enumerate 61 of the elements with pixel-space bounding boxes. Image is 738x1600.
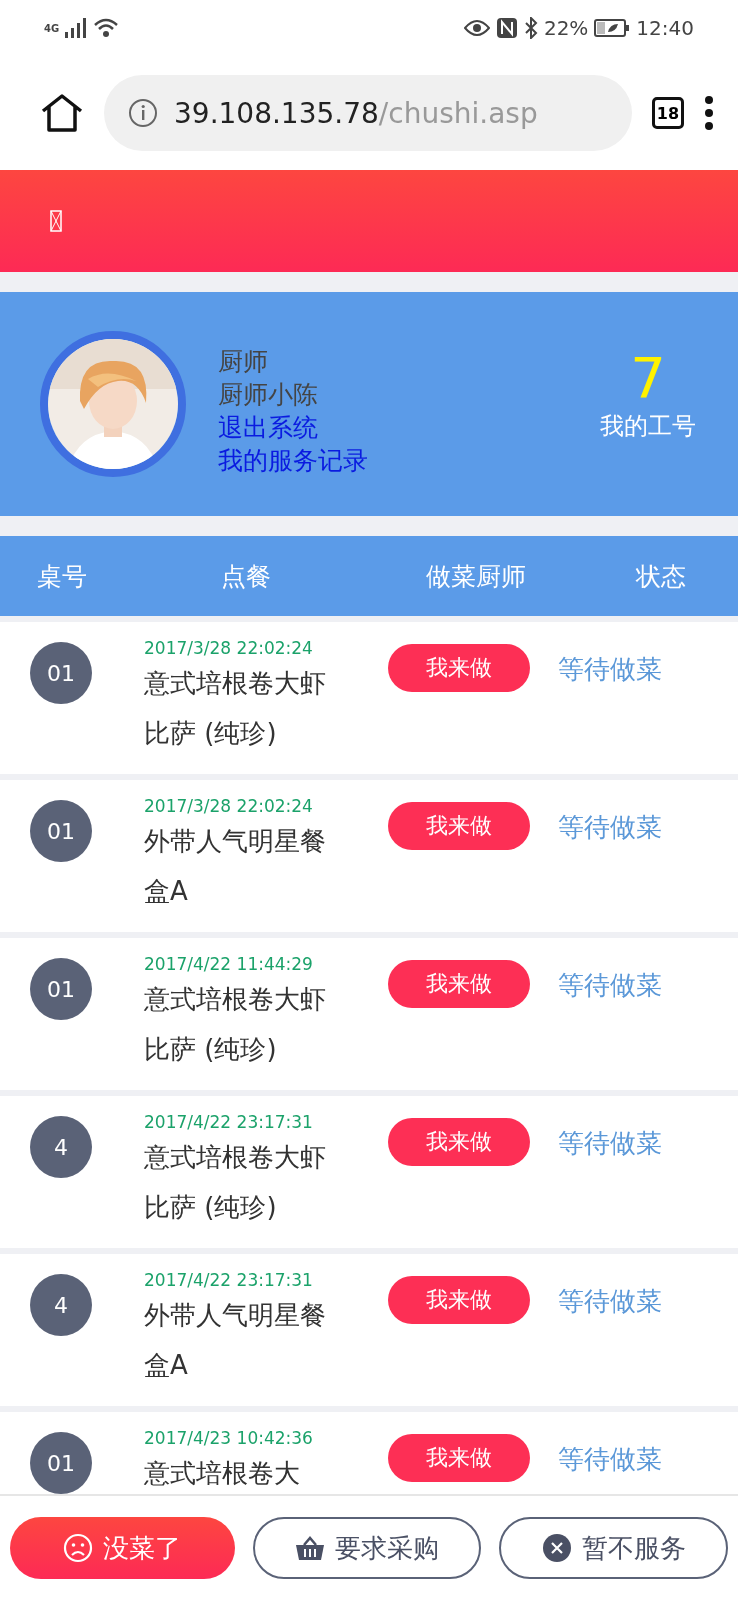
order-time: 2017/4/22 11:44:29 xyxy=(144,954,314,974)
network-type: 4G xyxy=(44,22,60,34)
table-number: 01 xyxy=(30,1432,92,1494)
sad-face-icon xyxy=(63,1533,94,1563)
order-status: 等待做菜 xyxy=(557,969,663,1002)
missing-glyph-icon xyxy=(50,210,62,232)
order-time: 2017/3/28 22:02:24 xyxy=(144,638,314,658)
cook-button[interactable]: 我来做 xyxy=(388,960,530,1008)
role-label: 厨师 xyxy=(218,346,269,378)
wifi-icon xyxy=(93,18,120,38)
address-bar[interactable]: 39.108.135.78/chushi.asp xyxy=(104,75,632,151)
employee-number: 7 xyxy=(630,346,666,410)
battery-percent: 22% xyxy=(543,16,589,40)
home-icon[interactable] xyxy=(40,93,84,133)
order-status: 等待做菜 xyxy=(557,1127,663,1160)
column-header: 桌号 xyxy=(36,560,88,593)
service-records-link[interactable]: 我的服务记录 xyxy=(218,444,556,477)
table-number: 4 xyxy=(30,1116,92,1178)
order-time: 2017/4/23 10:42:36 xyxy=(144,1428,314,1448)
dish-name: 外带人气明星餐盒A xyxy=(144,825,327,908)
dish-name: 意式培根卷大 xyxy=(144,1457,301,1490)
dish-name: 外带人气明星餐盒A xyxy=(144,1299,327,1382)
action-button[interactable]: 要求采购 xyxy=(252,1517,482,1579)
nfc-icon xyxy=(495,17,518,39)
dish-name: 意式培根卷大虾比萨 (纯珍) xyxy=(144,983,327,1066)
order-status: 等待做菜 xyxy=(557,653,663,686)
logout-link[interactable]: 退出系统 xyxy=(218,411,556,444)
table-number: 01 xyxy=(30,800,92,862)
column-header: 做菜厨师 xyxy=(425,560,527,593)
table-number: 01 xyxy=(30,958,92,1020)
order-status: 等待做菜 xyxy=(557,811,663,844)
order-time: 2017/4/22 23:17:31 xyxy=(144,1270,314,1290)
tab-count[interactable]: 18 xyxy=(652,97,684,129)
action-button[interactable]: 暂不服务 xyxy=(499,1517,728,1579)
user-name: 厨师小陈 xyxy=(218,379,319,411)
table-number: 01 xyxy=(30,642,92,704)
clock: 12:40 xyxy=(636,16,694,40)
cook-button[interactable]: 我来做 xyxy=(388,802,530,850)
order-status: 等待做菜 xyxy=(557,1285,663,1318)
basket-icon xyxy=(295,1535,325,1561)
order-time: 2017/4/22 23:17:31 xyxy=(144,1112,314,1132)
order-status: 等待做菜 xyxy=(557,1443,663,1476)
eye-icon xyxy=(463,20,490,36)
cook-button[interactable]: 我来做 xyxy=(388,1276,530,1324)
column-header: 点餐 xyxy=(220,560,272,593)
battery-icon xyxy=(594,19,631,37)
column-header: 状态 xyxy=(634,560,687,593)
close-icon xyxy=(541,1533,572,1563)
cook-button[interactable]: 我来做 xyxy=(388,644,530,692)
info-icon xyxy=(128,98,158,128)
order-time: 2017/3/28 22:02:24 xyxy=(144,796,314,816)
more-menu-icon[interactable] xyxy=(704,95,714,131)
dish-name: 意式培根卷大虾比萨 (纯珍) xyxy=(144,1141,327,1224)
bluetooth-icon xyxy=(523,17,538,39)
signal-icon xyxy=(65,18,88,38)
dish-name: 意式培根卷大虾比萨 (纯珍) xyxy=(144,667,327,750)
action-button[interactable]: 没菜了 xyxy=(10,1517,235,1579)
employee-number-label: 我的工号 xyxy=(600,411,696,442)
table-number: 4 xyxy=(30,1274,92,1336)
cook-button[interactable]: 我来做 xyxy=(388,1118,530,1166)
cook-button[interactable]: 我来做 xyxy=(388,1434,530,1482)
